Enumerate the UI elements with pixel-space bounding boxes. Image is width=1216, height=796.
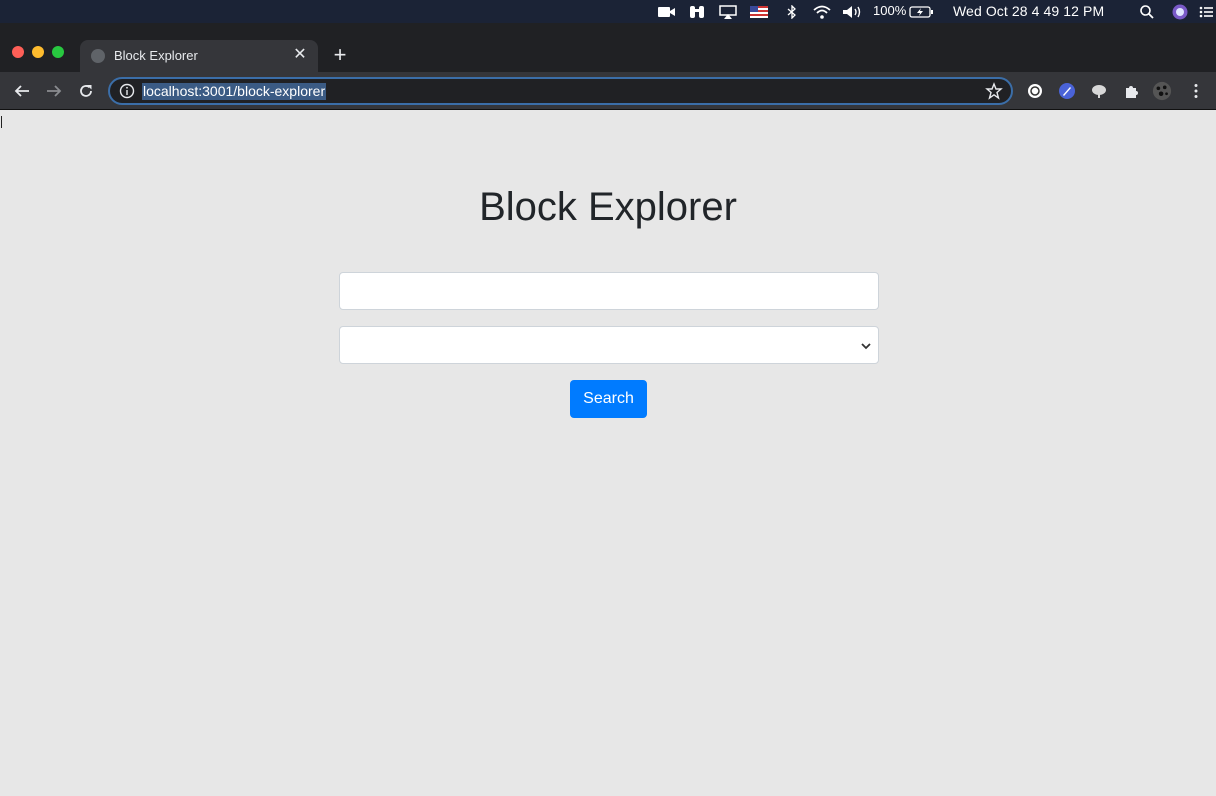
- forward-arrow-icon[interactable]: [44, 81, 64, 101]
- bookmark-star-icon[interactable]: [985, 82, 1003, 100]
- search-input[interactable]: [339, 272, 879, 310]
- minimize-window-button[interactable]: [32, 46, 44, 58]
- browser-tab-active[interactable]: Block Explorer ✕: [80, 40, 318, 72]
- cloud-extension-icon[interactable]: [1089, 81, 1109, 101]
- tab-title: Block Explorer: [114, 48, 198, 63]
- profile-avatar-icon[interactable]: [1152, 81, 1172, 101]
- close-window-button[interactable]: [12, 46, 24, 58]
- menubar-clock[interactable]: Wed Oct 28 4 49 12 PM: [953, 3, 1104, 19]
- airplay-icon[interactable]: [717, 0, 739, 23]
- facetime-icon[interactable]: [657, 0, 677, 23]
- text-caret: [1, 116, 2, 128]
- search-button[interactable]: Search: [570, 380, 647, 418]
- puzzle-extensions-icon[interactable]: [1121, 81, 1141, 101]
- volume-icon[interactable]: [841, 0, 865, 23]
- us-flag-icon[interactable]: [749, 0, 769, 23]
- binoculars-icon[interactable]: [687, 0, 707, 23]
- page-content: Block Explorer Search: [0, 110, 1216, 796]
- bluetooth-icon[interactable]: [783, 0, 801, 23]
- extension-1-icon[interactable]: [1025, 81, 1045, 101]
- reload-icon[interactable]: [76, 81, 96, 101]
- siri-icon[interactable]: [1170, 0, 1190, 23]
- new-tab-button[interactable]: +: [330, 44, 350, 66]
- page-title: Block Explorer: [479, 185, 737, 229]
- battery-icon[interactable]: [908, 0, 934, 23]
- address-bar[interactable]: localhost:3001/block-explorer: [108, 77, 1013, 105]
- chevron-down-icon: [860, 339, 872, 351]
- wifi-icon[interactable]: [811, 0, 833, 23]
- menu-dots-icon[interactable]: [1186, 81, 1206, 101]
- browser-toolbar: localhost:3001/block-explorer: [0, 72, 1216, 110]
- globe-favicon-icon: [91, 49, 105, 63]
- url-text[interactable]: localhost:3001/block-explorer: [142, 83, 327, 100]
- back-arrow-icon[interactable]: [12, 81, 32, 101]
- battery-percentage: 100%: [873, 3, 907, 18]
- site-info-icon[interactable]: [119, 83, 135, 99]
- search-type-select[interactable]: [339, 326, 879, 364]
- rocket-extension-icon[interactable]: [1057, 81, 1077, 101]
- macos-menu-bar: 100% Wed Oct 28 4 49 12 PM: [0, 0, 1216, 23]
- spotlight-icon[interactable]: [1137, 0, 1157, 23]
- control-center-icon[interactable]: [1196, 0, 1216, 23]
- maximize-window-button[interactable]: [52, 46, 64, 58]
- close-tab-icon[interactable]: ✕: [290, 45, 310, 65]
